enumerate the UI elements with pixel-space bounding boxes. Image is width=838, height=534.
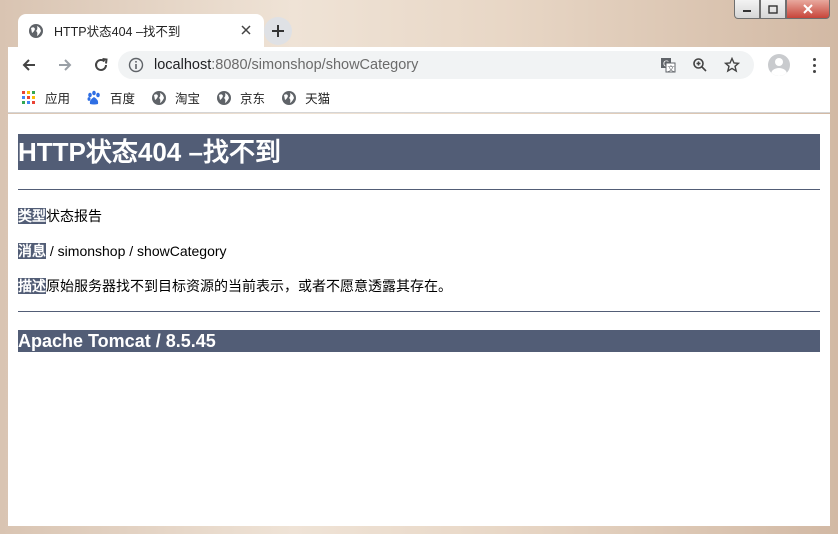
- message-row: 消息 / simonshop / showCategory: [18, 242, 820, 260]
- address-bar[interactable]: localhost:8080/simonshop/showCategory G …: [118, 51, 754, 79]
- type-label: 类型: [18, 208, 46, 224]
- bookmark-label: 京东: [240, 92, 266, 106]
- message-label: 消息: [18, 243, 46, 259]
- back-button[interactable]: [14, 50, 44, 80]
- url-host: localhost: [154, 57, 212, 73]
- svg-text:文: 文: [668, 64, 675, 73]
- divider: [18, 189, 820, 190]
- url-path: :8080/simonshop/showCategory: [211, 57, 419, 73]
- bookmark-star-button[interactable]: [716, 51, 748, 79]
- bookmark-tmall[interactable]: 天猫: [281, 88, 330, 107]
- zoom-icon: [693, 58, 707, 72]
- tab-close-button[interactable]: [238, 23, 254, 39]
- translate-icon: G 文: [661, 58, 676, 73]
- type-row: 类型状态报告: [18, 207, 820, 225]
- bookmark-taobao[interactable]: 淘宝: [151, 88, 200, 107]
- bookmark-label: 应用: [45, 92, 71, 106]
- baidu-paw-icon: [87, 90, 100, 104]
- arrow-right-icon: [59, 59, 72, 71]
- description-row: 描述原始服务器找不到目标资源的当前表示，或者不愿意透露其存在。: [18, 277, 820, 295]
- tab-strip: HTTP状态404 –找不到: [8, 12, 830, 47]
- zoom-button[interactable]: [684, 51, 716, 79]
- server-version: Apache Tomcat / 8.5.45: [18, 330, 820, 352]
- page-title: HTTP状态404 –找不到: [18, 134, 820, 170]
- browser-toolbar: localhost:8080/simonshop/showCategory G …: [8, 47, 830, 83]
- tab-active[interactable]: HTTP状态404 –找不到: [18, 14, 264, 47]
- toolbar-right: [768, 47, 824, 83]
- page-content: HTTP状态404 –找不到 类型状态报告 消息 / simonshop / s…: [8, 114, 830, 526]
- info-icon[interactable]: [128, 57, 144, 73]
- bookmark-label: 天猫: [305, 92, 331, 106]
- bookmark-baidu[interactable]: 百度: [86, 88, 135, 107]
- forward-button[interactable]: [50, 50, 80, 80]
- profile-avatar[interactable]: [768, 54, 790, 76]
- bookmarks-bar: 应用 百度 淘宝 京东 天猫: [8, 83, 830, 113]
- globe-icon: [29, 23, 43, 38]
- translate-button[interactable]: G 文: [652, 51, 684, 79]
- new-tab-button[interactable]: [264, 17, 292, 45]
- plus-icon: [272, 25, 284, 37]
- bookmark-jd[interactable]: 京东: [216, 88, 265, 107]
- bookmark-apps[interactable]: 应用: [22, 88, 70, 107]
- menu-button[interactable]: [804, 55, 824, 75]
- bookmark-label: 淘宝: [175, 92, 201, 106]
- address-bar-actions: G 文: [652, 51, 748, 79]
- description-value: 原始服务器找不到目标资源的当前表示，或者不愿意透露其存在。: [46, 278, 452, 294]
- bookmark-label: 百度: [110, 92, 136, 106]
- browser-window: HTTP状态404 –找不到 localhost:8080/simonshop/…: [0, 0, 838, 534]
- arrow-left-icon: [22, 59, 35, 71]
- type-value: 状态报告: [46, 208, 102, 224]
- globe-icon: [217, 90, 232, 105]
- apps-grid-icon: [22, 91, 35, 104]
- divider: [18, 311, 820, 312]
- message-value: / simonshop / showCategory: [46, 243, 227, 259]
- tab-title: HTTP状态404 –找不到: [54, 25, 181, 39]
- reload-icon: [95, 58, 108, 71]
- star-icon: [724, 57, 740, 73]
- description-label: 描述: [18, 278, 46, 294]
- close-icon: [241, 24, 251, 35]
- globe-icon: [282, 90, 297, 105]
- reload-button[interactable]: [86, 50, 116, 80]
- globe-icon: [152, 90, 167, 105]
